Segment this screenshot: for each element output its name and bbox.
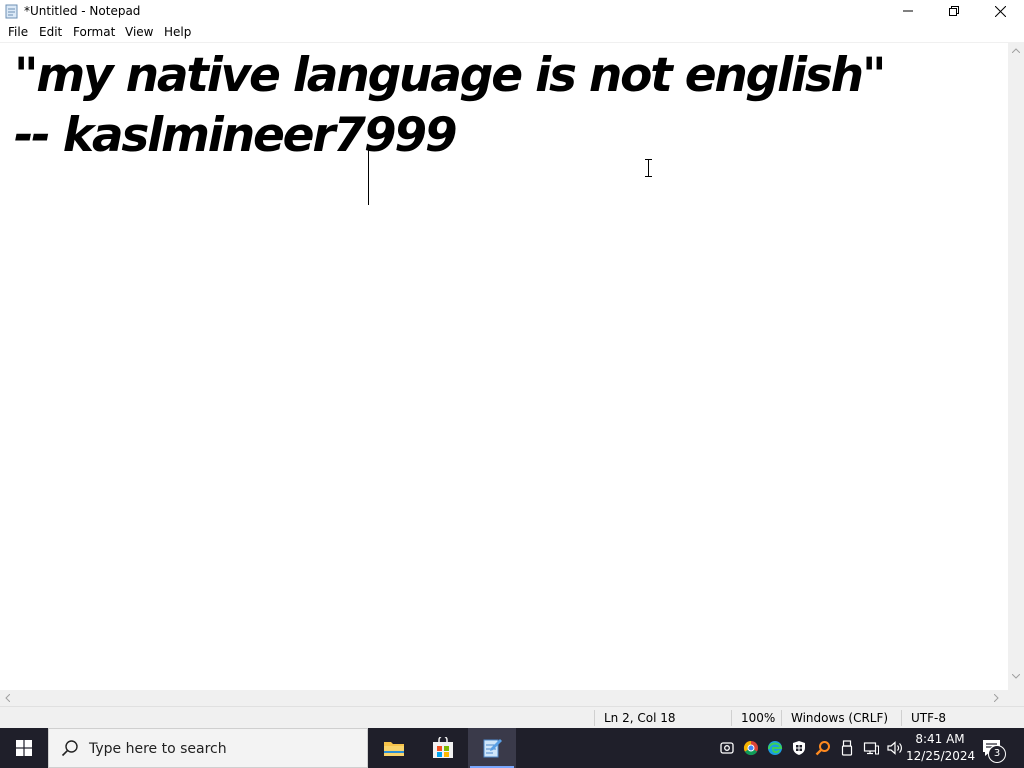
- taskbar-clock[interactable]: 8:41 AM 12/25/2024: [906, 731, 976, 765]
- taskbar-file-explorer[interactable]: [370, 728, 418, 768]
- status-divider: [901, 710, 902, 726]
- title-bar: *Untitled - Notepad: [0, 0, 1024, 22]
- clock-time: 8:41 AM: [915, 732, 965, 746]
- scrollbar-corner: [1008, 690, 1024, 706]
- status-zoom: 100%: [741, 711, 776, 725]
- clock-date: 12/25/2024: [906, 749, 976, 763]
- security-icon: [720, 742, 734, 754]
- status-encoding: UTF-8: [911, 711, 946, 725]
- search-placeholder: Type here to search: [89, 741, 227, 757]
- notepad-icon: [5, 4, 18, 19]
- restore-icon: [949, 6, 959, 16]
- taskbar-search-box[interactable]: Type here to search: [48, 728, 368, 768]
- status-bar: Ln 2, Col 18 100% Windows (CRLF) UTF-8: [0, 706, 1024, 728]
- status-cursor-position: Ln 2, Col 18: [604, 711, 676, 725]
- volume-icon: [887, 741, 902, 755]
- notepad-icon: [483, 739, 502, 758]
- minimize-button[interactable]: [885, 0, 931, 22]
- tray-volume[interactable]: [886, 739, 904, 757]
- taskbar-notepad[interactable]: [468, 728, 516, 768]
- taskbar: Type here to search 8:41 AM 12/25/2024 3: [0, 728, 1024, 768]
- search-app-icon: [815, 741, 830, 756]
- editor-line: -- kaslmineer7999: [14, 108, 458, 163]
- editor-line: "my native language is not english": [14, 48, 886, 103]
- chrome-icon: [743, 740, 758, 756]
- edge-icon: [768, 741, 783, 755]
- menu-format[interactable]: Format: [73, 25, 115, 39]
- menu-bar: File Edit Format View Help: [0, 22, 1024, 42]
- menu-edit[interactable]: Edit: [39, 25, 62, 39]
- text-caret: [368, 149, 369, 205]
- restore-button[interactable]: [931, 0, 977, 22]
- tray-usb[interactable]: [838, 739, 856, 757]
- minimize-icon: [903, 10, 913, 12]
- vertical-scrollbar[interactable]: [1008, 42, 1024, 690]
- tray-security[interactable]: [718, 739, 736, 757]
- status-line-ending: Windows (CRLF): [791, 711, 889, 725]
- taskbar-microsoft-store[interactable]: [419, 728, 467, 768]
- windows-defender-icon: [793, 741, 805, 755]
- microsoft-store-icon: [433, 737, 453, 758]
- status-divider: [781, 710, 782, 726]
- menu-help[interactable]: Help: [164, 25, 191, 39]
- scroll-right-icon[interactable]: [994, 694, 999, 702]
- menu-file[interactable]: File: [8, 25, 28, 39]
- start-button[interactable]: [0, 728, 48, 768]
- horizontal-scrollbar[interactable]: [0, 690, 1008, 706]
- usb-icon: [841, 740, 853, 756]
- text-editor[interactable]: "my native language is not english" -- k…: [0, 42, 1008, 690]
- scroll-down-icon[interactable]: [1012, 674, 1020, 679]
- ibeam-cursor-icon: [645, 159, 652, 177]
- network-icon: [863, 742, 879, 755]
- file-explorer-icon: [384, 742, 404, 756]
- menu-view[interactable]: View: [125, 25, 153, 39]
- notification-count-badge: 3: [988, 745, 1006, 763]
- tray-chrome[interactable]: [742, 739, 760, 757]
- tray-windows-defender[interactable]: [790, 739, 808, 757]
- tray-search-app[interactable]: [814, 739, 832, 757]
- scroll-left-icon[interactable]: [5, 694, 10, 702]
- window-title: *Untitled - Notepad: [24, 4, 141, 18]
- search-icon: [61, 740, 78, 757]
- tray-edge[interactable]: [766, 739, 784, 757]
- scroll-up-icon[interactable]: [1012, 48, 1020, 53]
- windows-logo-icon: [16, 740, 32, 756]
- status-divider: [594, 710, 595, 726]
- close-icon: [994, 5, 1006, 17]
- tray-network[interactable]: [862, 739, 880, 757]
- close-button[interactable]: [977, 0, 1023, 22]
- status-divider: [731, 710, 732, 726]
